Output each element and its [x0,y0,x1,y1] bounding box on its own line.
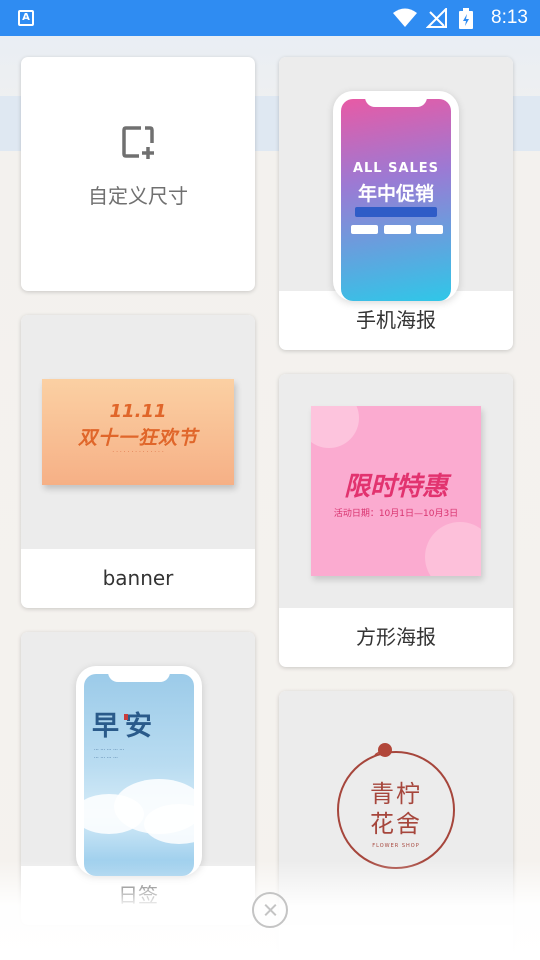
banner-thumbnail: 11.11 双十一狂欢节 · · · · · · · · · · · · · · [21,315,255,549]
preview-shop-name: 青柠 花舍 [370,780,422,838]
square-poster-preview: 限时特惠 活动日期：10月1日—10月3日 [311,406,481,576]
rose-icon [374,743,392,757]
preview-body-text: ··· ··· ··· ··· ··· ··· ··· ··· ··· [94,747,125,761]
preview-shop-sub: FLOWER SHOP [372,843,420,849]
square-poster-thumbnail: 限时特惠 活动日期：10月1日—10月3日 [279,374,513,608]
preview-small-text: · · · · · · · · · · · · · · [112,449,164,456]
mobile-poster-thumbnail: ALL SALES 年中促销 [279,57,513,301]
phone-frame: ALL SALES 年中促销 [333,91,459,301]
template-card-custom-size[interactable]: 自定义尺寸 [21,57,255,291]
custom-size-label: 自定义尺寸 [88,184,188,208]
template-card-banner[interactable]: 11.11 双十一狂欢节 · · · · · · · · · · · · · ·… [21,315,255,608]
flower-shop-logo: 青柠 花舍 FLOWER SHOP [337,743,455,869]
daily-sign-thumbnail: 早安 ··· ··· ··· ··· ··· ··· ··· ··· ··· [21,632,255,876]
preview-subline: 活动日期：10月1日—10月3日 [333,509,459,519]
banner-preview: 11.11 双十一狂欢节 · · · · · · · · · · · · · · [42,379,234,485]
battery-charging-icon [459,8,473,29]
wifi-icon [393,8,417,27]
square-poster-label: 方形海报 [356,625,436,649]
preview-coupon-strip [355,207,437,217]
preview-headline: 限时特惠 [343,472,448,502]
preview-headline: 早安 [92,711,158,742]
preview-headline-cn: 年中促销 [357,183,434,205]
add-canvas-icon [122,126,154,159]
mobile-poster-label: 手机海报 [356,308,436,332]
status-bar: A 8:13 [0,0,540,36]
close-icon[interactable] [252,892,288,928]
status-time: 8:13 [491,7,528,28]
preview-coupons [351,225,443,235]
template-card-mobile-poster[interactable]: ALL SALES 年中促销 手机海报 [279,57,513,350]
app-a-icon: A [18,10,34,26]
no-signal-icon [426,8,447,28]
banner-label: banner [102,566,174,590]
preview-headline-en: ALL SALES [352,161,440,176]
preview-date: 11.11 [109,401,167,422]
preview-headline: 双十一狂欢节 [77,427,198,449]
phone-frame: 早安 ··· ··· ··· ··· ··· ··· ··· ··· ··· [76,666,202,876]
template-card-square-poster[interactable]: 限时特惠 活动日期：10月1日—10月3日 方形海报 [279,374,513,667]
